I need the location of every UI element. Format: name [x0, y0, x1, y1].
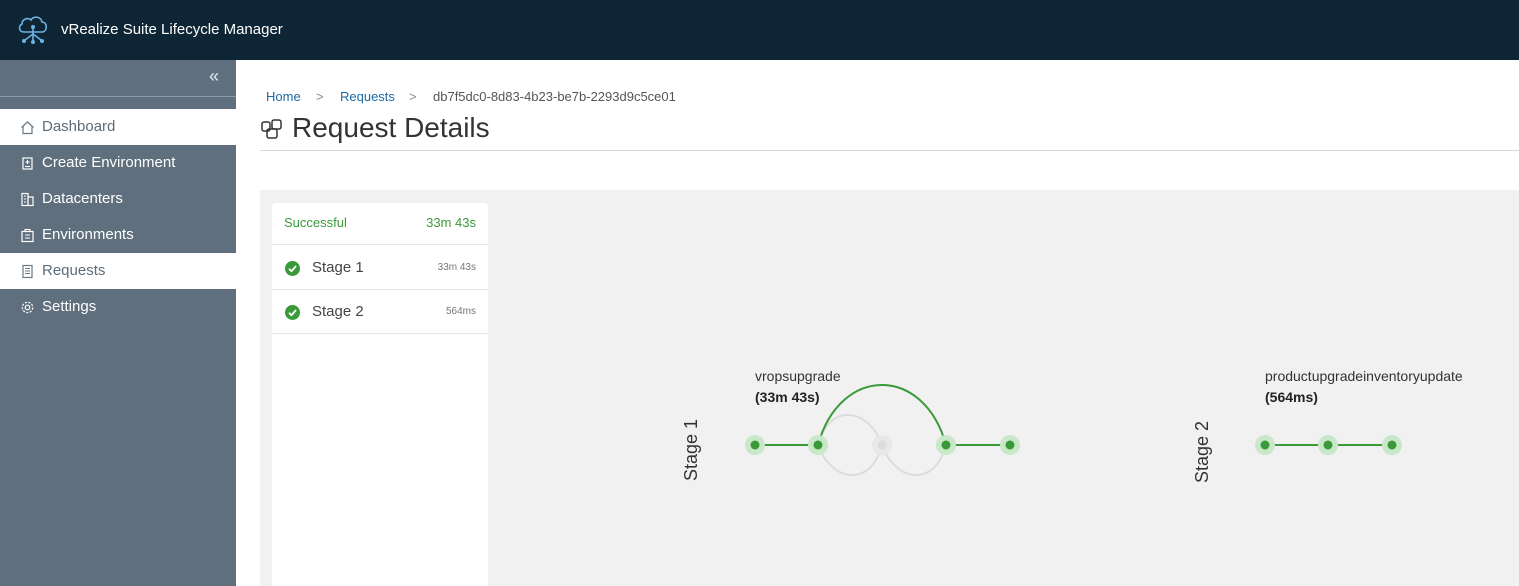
pipeline-node[interactable] — [745, 435, 765, 455]
pipeline-node[interactable] — [1318, 435, 1338, 455]
pipeline-graph — [745, 384, 1402, 476]
pipeline-node[interactable] — [1000, 435, 1020, 455]
pipeline-node[interactable] — [1382, 435, 1402, 455]
branch-edge-inactive — [817, 444, 883, 476]
pipeline-node-skipped — [872, 435, 892, 455]
pipeline-node[interactable] — [936, 435, 956, 455]
pipeline-node[interactable] — [1255, 435, 1275, 455]
pipeline-node[interactable] — [808, 435, 828, 455]
